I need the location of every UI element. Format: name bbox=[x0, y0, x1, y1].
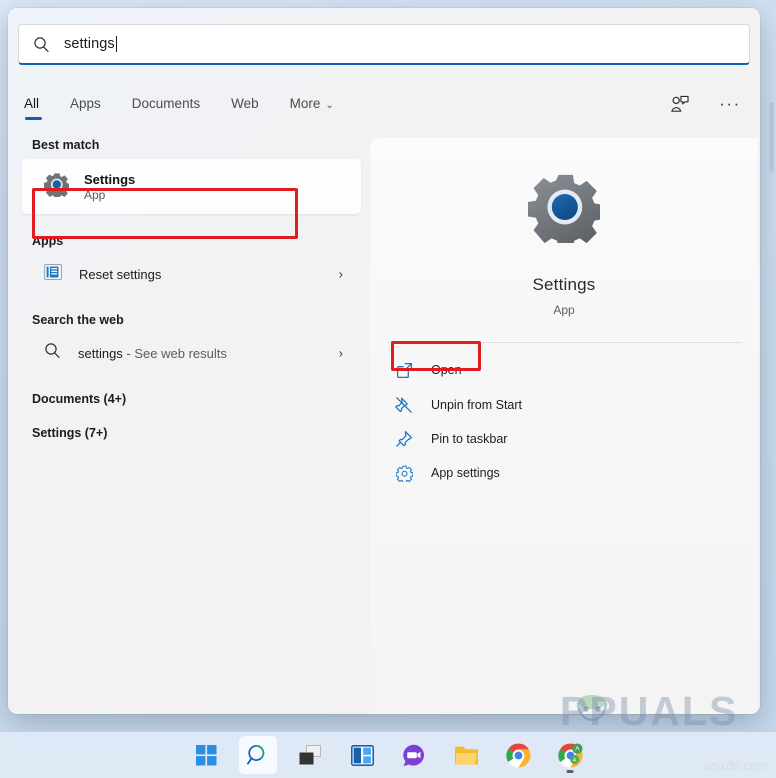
svg-text:A: A bbox=[575, 745, 580, 752]
settings-gear-icon bbox=[43, 172, 70, 202]
web-suffix: - See web results bbox=[122, 345, 227, 361]
search-icon bbox=[44, 342, 61, 364]
start-button[interactable] bbox=[187, 736, 225, 774]
widgets-button[interactable] bbox=[343, 736, 381, 774]
app-preview-pane: Settings App Open Unpin from Start Pin t… bbox=[370, 138, 758, 714]
result-subtitle: App bbox=[84, 187, 106, 202]
chrome-button[interactable] bbox=[499, 736, 537, 774]
action-label: App settings bbox=[431, 466, 500, 480]
settings-gear-icon bbox=[527, 174, 603, 250]
tab-more[interactable]: More ⌄ bbox=[290, 93, 334, 121]
widgets-icon bbox=[350, 744, 374, 766]
search-input-value: settings bbox=[64, 36, 115, 52]
task-view-icon bbox=[299, 744, 321, 764]
chevron-down-icon: ⌄ bbox=[325, 100, 334, 111]
action-label: Unpin from Start bbox=[431, 398, 523, 412]
section-header-best-match: Best match bbox=[32, 138, 100, 152]
preview-header: Settings App bbox=[370, 138, 758, 317]
control-panel-icon bbox=[44, 263, 62, 285]
more-options-icon[interactable]: ··· bbox=[716, 91, 744, 117]
top-actions: ··· bbox=[666, 91, 744, 117]
action-unpin-from-start[interactable]: Unpin from Start bbox=[391, 389, 758, 421]
windows-logo-icon bbox=[195, 744, 216, 765]
chevron-right-icon[interactable]: › bbox=[339, 346, 343, 361]
tab-all[interactable]: All bbox=[24, 93, 43, 121]
file-explorer-button[interactable] bbox=[447, 736, 485, 774]
search-icon bbox=[246, 745, 265, 765]
search-icon bbox=[33, 36, 50, 53]
chat-teams-icon bbox=[403, 744, 424, 766]
chrome-icon bbox=[505, 742, 531, 767]
feedback-icon[interactable] bbox=[666, 91, 694, 117]
chevron-right-icon[interactable]: › bbox=[339, 267, 343, 282]
section-header-apps: Apps bbox=[32, 234, 64, 248]
tab-web[interactable]: Web bbox=[231, 93, 259, 121]
action-app-settings[interactable]: App settings bbox=[391, 457, 758, 489]
action-label: Pin to taskbar bbox=[431, 432, 508, 446]
open-external-icon bbox=[391, 362, 417, 379]
web-query: settings bbox=[78, 345, 123, 361]
result-item-web-search[interactable]: settings - See web results › bbox=[22, 334, 361, 372]
scrollbar-thumb[interactable] bbox=[769, 102, 774, 172]
text-caret bbox=[115, 36, 117, 52]
action-open[interactable]: Open bbox=[391, 355, 758, 385]
preview-app-type: App bbox=[553, 303, 575, 317]
chrome-profile-icon: A A bbox=[557, 742, 583, 767]
unpin-icon bbox=[391, 396, 417, 414]
svg-text:A: A bbox=[572, 757, 576, 763]
preview-app-name: Settings bbox=[532, 275, 596, 294]
tab-documents[interactable]: Documents bbox=[132, 93, 200, 121]
chat-button[interactable] bbox=[395, 736, 433, 774]
gear-icon bbox=[391, 465, 417, 482]
filter-tabs: All Apps Documents Web More ⌄ bbox=[24, 93, 365, 127]
search-flyout-panel: settings All Apps Documents Web More ⌄ ·… bbox=[8, 8, 760, 714]
section-header-search-the-web: Search the web bbox=[32, 313, 124, 327]
result-label: settings - See web results bbox=[78, 346, 227, 361]
running-indicator bbox=[566, 770, 574, 773]
search-input[interactable]: settings bbox=[18, 24, 750, 65]
best-match-card: Settings App bbox=[22, 159, 361, 214]
divider bbox=[386, 342, 742, 343]
search-button[interactable] bbox=[239, 736, 277, 774]
task-view-button[interactable] bbox=[291, 736, 329, 774]
section-header-settings[interactable]: Settings (7+) bbox=[8, 426, 370, 440]
chrome-profiles-button[interactable]: A A bbox=[551, 736, 589, 774]
results-list: Best match Settings App Apps Reset setti… bbox=[8, 138, 370, 447]
pin-icon bbox=[391, 430, 417, 448]
result-item-settings[interactable]: Settings App bbox=[33, 162, 298, 212]
preview-actions: Open Unpin from Start Pin to taskbar App… bbox=[370, 355, 758, 489]
section-header-documents[interactable]: Documents (4+) bbox=[8, 392, 370, 406]
result-title: Settings bbox=[84, 171, 136, 187]
result-item-reset-settings[interactable]: Reset settings › bbox=[22, 255, 361, 293]
folder-icon bbox=[454, 746, 478, 765]
action-label: Open bbox=[431, 363, 462, 377]
taskbar: A A bbox=[0, 731, 776, 778]
action-pin-to-taskbar[interactable]: Pin to taskbar bbox=[391, 423, 758, 455]
result-label: Reset settings bbox=[79, 266, 162, 282]
tab-apps[interactable]: Apps bbox=[70, 93, 101, 121]
